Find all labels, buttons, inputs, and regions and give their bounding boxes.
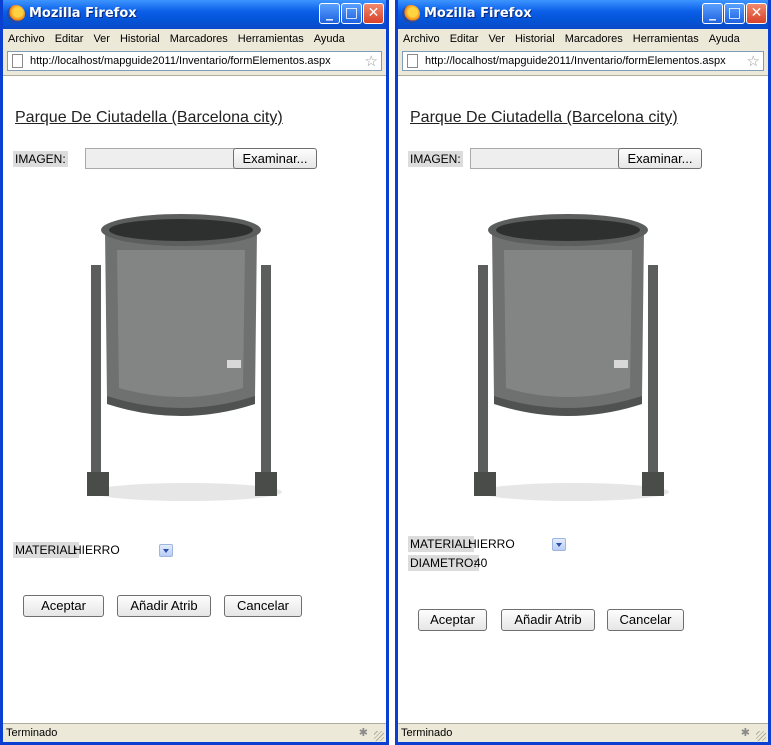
bookmark-star-icon[interactable]: ☆ <box>747 52 760 70</box>
menu-herramientas[interactable]: Herramientas <box>628 29 704 45</box>
status-text: Terminado <box>401 727 453 739</box>
menu-archivo[interactable]: Archivo <box>398 29 445 45</box>
anadir-atrib-button[interactable]: Añadir Atrib <box>501 609 595 631</box>
menu-historial[interactable]: Historial <box>510 29 560 45</box>
diametro-label: DIAMETRO: <box>408 555 479 571</box>
maximize-button[interactable]: □ <box>341 3 362 24</box>
url-text: http://localhost/mapguide2011/Inventario… <box>425 55 726 67</box>
page-icon <box>12 54 23 68</box>
navigation-toolbar: http://localhost/mapguide2011/Inventario… <box>3 49 386 76</box>
minimize-icon: _ <box>326 5 333 21</box>
trash-bin-image <box>474 214 669 501</box>
anadir-atrib-button[interactable]: Añadir Atrib <box>117 595 211 617</box>
network-activity-icon: ✱ <box>740 727 750 739</box>
firefox-icon <box>402 5 420 23</box>
window-title: Mozilla Firefox <box>29 6 137 21</box>
imagen-label: IMAGEN: <box>13 151 68 167</box>
material-label: MATERIAL: <box>408 536 475 552</box>
menu-ayuda[interactable]: Ayuda <box>309 29 350 45</box>
maximize-button[interactable]: □ <box>724 3 745 24</box>
menu-bar: Archivo Editar Ver Historial Marcadores Herra… <box>3 29 386 49</box>
close-icon: ✕ <box>750 5 763 21</box>
resize-grip-icon[interactable] <box>374 731 384 741</box>
firefox-window-left: Mozilla Firefox _ □ ✕ Archivo Editar Ver Hi… <box>0 0 389 745</box>
cancelar-button[interactable]: Cancelar <box>607 609 684 631</box>
maximize-icon: □ <box>344 5 359 21</box>
menu-marcadores[interactable]: Marcadores <box>560 29 628 45</box>
menu-ver[interactable]: Ver <box>483 29 510 45</box>
examinar-button[interactable]: Examinar... <box>233 148 317 169</box>
close-button[interactable]: ✕ <box>363 3 384 24</box>
diametro-value: 40 <box>474 556 488 570</box>
page-icon <box>407 54 418 68</box>
page-title: Parque De Ciutadella (Barcelona city) <box>15 109 283 126</box>
menu-archivo[interactable]: Archivo <box>3 29 50 45</box>
firefox-window-right: Mozilla Firefox _ □ ✕ Archivo Editar Ver Hi… <box>395 0 771 745</box>
menu-bar: Archivo Editar Ver Historial Marcadores Herra… <box>398 29 768 49</box>
cancelar-button[interactable]: Cancelar <box>224 595 302 617</box>
aceptar-button[interactable]: Aceptar <box>23 595 104 617</box>
imagen-label: IMAGEN: <box>408 151 463 167</box>
close-button[interactable]: ✕ <box>746 3 767 24</box>
material-label: MATERIAL: <box>13 542 80 558</box>
menu-ayuda[interactable]: Ayuda <box>704 29 745 45</box>
minimize-button[interactable]: _ <box>702 3 723 24</box>
aceptar-button[interactable]: Aceptar <box>418 609 487 631</box>
bookmark-star-icon[interactable]: ☆ <box>365 52 378 70</box>
imagen-file-input[interactable] <box>85 148 235 169</box>
menu-herramientas[interactable]: Herramientas <box>233 29 309 45</box>
material-value[interactable]: HIERRO <box>73 543 120 557</box>
minimize-icon: _ <box>709 5 716 21</box>
page-content: Parque De Ciutadella (Barcelona city) IM… <box>3 76 386 724</box>
title-bar[interactable]: Mozilla Firefox _ □ ✕ <box>398 0 768 29</box>
url-bar[interactable]: http://localhost/mapguide2011/Inventario… <box>7 51 382 71</box>
status-bar: Terminado ✱ <box>398 723 768 742</box>
url-bar[interactable]: http://localhost/mapguide2011/Inventario… <box>402 51 764 71</box>
title-bar[interactable]: Mozilla Firefox _ □ ✕ <box>3 0 386 29</box>
url-text: http://localhost/mapguide2011/Inventario… <box>30 55 331 67</box>
examinar-button[interactable]: Examinar... <box>618 148 702 169</box>
page-content: Parque De Ciutadella (Barcelona city) IM… <box>398 76 768 724</box>
dropdown-arrow-icon[interactable] <box>552 538 566 551</box>
menu-ver[interactable]: Ver <box>88 29 115 45</box>
window-title: Mozilla Firefox <box>424 6 532 21</box>
resize-grip-icon[interactable] <box>756 731 766 741</box>
dropdown-arrow-icon[interactable] <box>159 544 173 557</box>
status-bar: Terminado ✱ <box>3 723 386 742</box>
material-value[interactable]: HIERRO <box>468 537 515 551</box>
navigation-toolbar: http://localhost/mapguide2011/Inventario… <box>398 49 768 76</box>
menu-marcadores[interactable]: Marcadores <box>165 29 233 45</box>
maximize-icon: □ <box>727 5 742 21</box>
imagen-file-input[interactable] <box>470 148 620 169</box>
page-title: Parque De Ciutadella (Barcelona city) <box>410 109 678 126</box>
trash-bin-image <box>87 214 282 501</box>
menu-historial[interactable]: Historial <box>115 29 165 45</box>
firefox-icon <box>7 5 25 23</box>
minimize-button[interactable]: _ <box>319 3 340 24</box>
status-text: Terminado <box>6 727 58 739</box>
menu-editar[interactable]: Editar <box>50 29 89 45</box>
close-icon: ✕ <box>367 5 380 21</box>
network-activity-icon: ✱ <box>358 727 368 739</box>
menu-editar[interactable]: Editar <box>445 29 484 45</box>
